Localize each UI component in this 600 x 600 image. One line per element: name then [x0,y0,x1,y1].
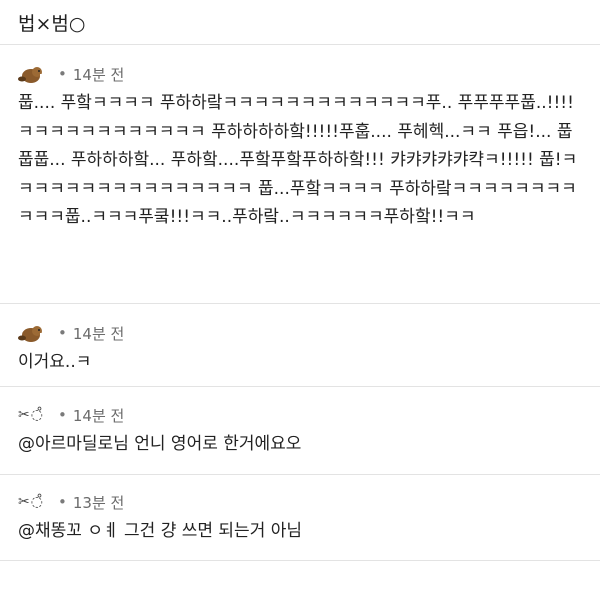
comment-time: 13분 전 [72,493,125,512]
comment-meta: • 14분 전 [18,318,582,348]
scissors-bubbles-icon[interactable]: ✂︎◌̊ [18,405,48,425]
comment-body: @채똥꼬 ㅇㅖ 그건 걍 쓰면 되는거 아님 [18,521,303,541]
separator-dot: • [58,406,67,424]
nickname-symbol: ✂︎◌̊ [18,494,44,510]
separator-dot: • [58,493,67,511]
comment-thread: 법×범○ • 14분 전 풉.... 푸핰ㅋㅋㅋㅋ 푸하하랔ㅋㅋㅋㅋㅋㅋㅋㅋㅋㅋ… [0,0,600,600]
previous-comment-tail: 법×범○ [0,0,600,45]
comment-time: 14분 전 [72,406,125,425]
separator-dot: • [58,324,67,342]
comment-meta: ✂︎◌̊ • 14분 전 [18,400,582,430]
comment-body: 풉.... 푸핰ㅋㅋㅋㅋ 푸하하랔ㅋㅋㅋㅋㅋㅋㅋㅋㅋㅋㅋㅋㅋ푸.. 푸푸푸푸풉.… [18,93,578,227]
comment-item[interactable]: • 14분 전 이거요..ㅋ [0,304,600,387]
previous-comment-text: 법×범○ [18,12,86,35]
comment-time: 14분 전 [72,324,125,343]
beaver-icon[interactable] [18,323,48,343]
comment-meta: ✂︎◌̊ • 13분 전 [18,487,582,517]
comment-item[interactable]: ✂︎◌̊ • 14분 전 @아르마딜로님 언니 영어로 한거에요오 [0,387,600,475]
separator-dot: • [58,65,67,83]
nickname-symbol: ✂︎◌̊ [18,407,44,423]
comment-item[interactable]: ✂︎◌̊ • 13분 전 @채똥꼬 ㅇㅖ 그건 걍 쓰면 되는거 아님 [0,475,600,561]
comment-body: 이거요..ㅋ [18,352,92,372]
beaver-icon[interactable] [18,64,48,84]
comment-body: @아르마딜로님 언니 영어로 한거에요오 [18,434,302,454]
comment-time: 14분 전 [72,65,125,84]
scissors-bubbles-icon[interactable]: ✂︎◌̊ [18,492,48,512]
comment-meta: • 14분 전 [18,59,582,89]
comment-item[interactable]: • 14분 전 풉.... 푸핰ㅋㅋㅋㅋ 푸하하랔ㅋㅋㅋㅋㅋㅋㅋㅋㅋㅋㅋㅋㅋ푸.… [0,45,600,304]
